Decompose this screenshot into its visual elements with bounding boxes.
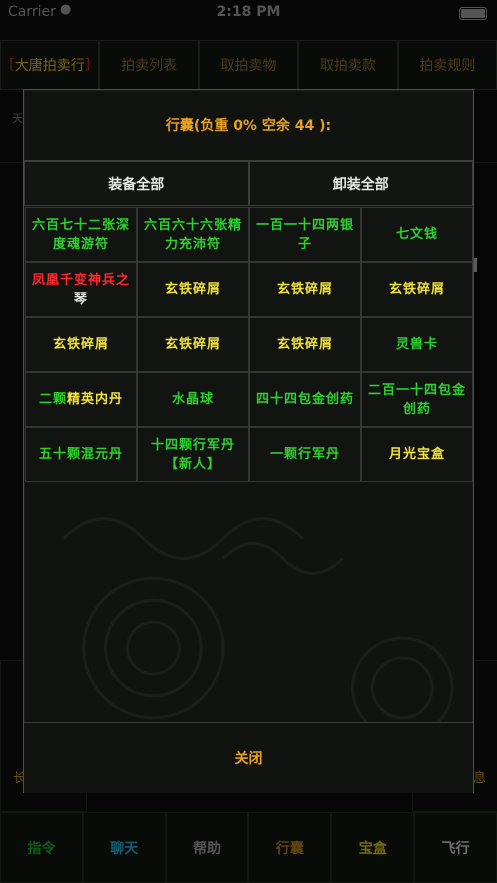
bag-item[interactable]: 玄铁碎屑	[137, 262, 249, 317]
bag-item[interactable]: 玄铁碎屑	[137, 317, 249, 372]
bag-item[interactable]: 十四颗行军丹【新人】	[137, 427, 249, 482]
bag-item[interactable]: 六百六十六张精力充沛符	[137, 207, 249, 262]
bag-item[interactable]: 一颗行军丹	[249, 427, 361, 482]
bag-actions: 装备全部 卸装全部	[24, 161, 473, 206]
bag-item[interactable]: 二百一十四包金创药	[361, 372, 473, 427]
bag-item[interactable]: 水晶球	[137, 372, 249, 427]
bag-item[interactable]: 六百七十二张深度魂游符	[25, 207, 137, 262]
bag-item-grid: 六百七十二张深度魂游符 六百六十六张精力充沛符 一百一十四两银子 七文钱 凤凰千…	[25, 207, 473, 482]
bag-item[interactable]: 五十颗混元丹	[25, 427, 137, 482]
bag-item[interactable]: 二颗精英内丹	[25, 372, 137, 427]
bag-item-name: 精英内丹	[67, 392, 124, 407]
bag-item-quantity: 二颗	[38, 392, 67, 407]
bag-item[interactable]: 玄铁碎屑	[249, 262, 361, 317]
bag-item[interactable]: 一百一十四两银子	[249, 207, 361, 262]
bag-item[interactable]: 玄铁碎屑	[25, 317, 137, 372]
bag-item[interactable]: 七文钱	[361, 207, 473, 262]
equip-all-button[interactable]: 装备全部	[24, 161, 249, 206]
inventory-modal: 行囊(负重 0% 空余 44 ): 装备全部 卸装全部 六百七十二张深度魂游符 …	[23, 89, 474, 793]
bag-item[interactable]: 玄铁碎屑	[361, 262, 473, 317]
bag-item-name-suffix: 琴	[73, 291, 88, 307]
bag-title: 行囊(负重 0% 空余 44 ):	[24, 90, 473, 161]
bag-item[interactable]: 灵兽卡	[361, 317, 473, 372]
bag-item[interactable]: 凤凰千变神兵之琴	[25, 262, 137, 317]
bag-item-name: 凤凰千变神兵之	[32, 272, 131, 288]
bag-item[interactable]: 月光宝盒	[361, 427, 473, 482]
unequip-all-button[interactable]: 卸装全部	[248, 161, 473, 206]
bag-item[interactable]: 玄铁碎屑	[249, 317, 361, 372]
scroll-indicator	[474, 258, 477, 272]
bag-item[interactable]: 四十四包金创药	[249, 372, 361, 427]
close-button[interactable]: 关闭	[24, 722, 473, 793]
